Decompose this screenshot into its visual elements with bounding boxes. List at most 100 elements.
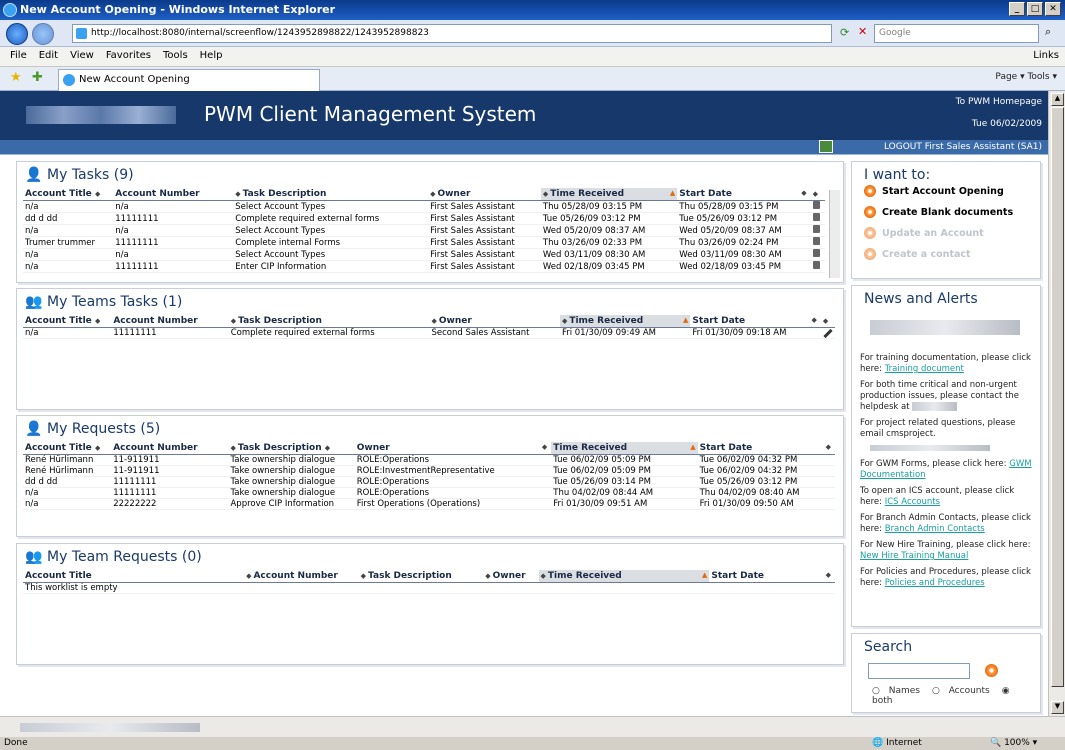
col-time-received[interactable]: Time Received ▲ (551, 442, 698, 455)
col-account-number[interactable]: Account Number (113, 188, 234, 201)
search-go-button[interactable] (985, 664, 998, 677)
table-row[interactable]: n/a n/a Select Account Types First Sales As… (23, 224, 825, 237)
col-owner[interactable]: ◆ Owner (429, 315, 560, 328)
col-start-date[interactable]: Start Date ◆ (690, 315, 821, 328)
links-menu[interactable]: Links (1033, 50, 1059, 61)
stop-icon[interactable]: ✕ (858, 25, 867, 38)
col-task-description[interactable]: ◆ Task Description ◆ (228, 442, 355, 455)
i-want-to-item[interactable]: Create Blank documents (852, 206, 1040, 228)
table-row[interactable]: n/a 11111111 Complete required external fo… (23, 327, 835, 339)
menu-edit[interactable]: Edit (39, 50, 58, 66)
refresh-icon[interactable]: ⟳ (840, 26, 849, 39)
table-row[interactable]: René Hürlimann 11-911911 Take ownership di… (23, 454, 835, 466)
news-link[interactable]: Training document (885, 364, 964, 374)
table-row[interactable]: n/a n/a Select Account Types First Sales As… (23, 200, 825, 213)
menu-help[interactable]: Help (200, 50, 223, 66)
zoom-level[interactable]: 🔍 100% ▾ (990, 738, 1037, 748)
delete-icon[interactable] (812, 237, 820, 245)
table-row[interactable]: n/a 22222222 Approve CIP Information First … (23, 498, 835, 510)
col-owner[interactable]: Owner ◆ (354, 442, 552, 455)
scroll-thumb[interactable] (1051, 107, 1064, 687)
col-account-number[interactable]: Account Number (111, 442, 229, 455)
col-account-number[interactable]: ◆ Account Number (244, 570, 359, 583)
table-cell: Tue 06/02/09 05:09 PM (551, 454, 698, 466)
delete-icon[interactable] (812, 249, 820, 257)
table-cell: 11111111 (113, 260, 234, 273)
table-row[interactable]: dd d dd 11111111 Complete required externa… (23, 212, 825, 225)
group-icon: 👥 (25, 294, 43, 310)
my-teams-tasks-panel: 👥 My Teams Tasks (1) Account Title ◆ Acco… (16, 288, 844, 410)
delete-icon[interactable] (812, 201, 820, 209)
command-bar[interactable]: Page ▾ Tools ▾ (995, 72, 1057, 82)
col-owner[interactable]: ◆ Owner (483, 570, 539, 583)
table-cell: First Sales Assistant (428, 224, 541, 237)
delete-icon[interactable] (812, 225, 820, 233)
table-row[interactable]: n/a n/a Select Account Types First Sales As… (23, 248, 825, 261)
forward-button[interactable] (32, 23, 54, 45)
table-cell: n/a (23, 260, 114, 273)
col-start-date[interactable]: Start Date ◆ (697, 442, 835, 455)
my-teams-tasks-table: Account Title ◆ Account Number ◆ Task Des… (23, 315, 835, 339)
back-button[interactable] (6, 23, 28, 45)
col-account-title[interactable]: Account Title ◆ (23, 442, 112, 455)
add-favorite-icon[interactable]: ✚ (32, 70, 43, 85)
menu-tools[interactable]: Tools (163, 50, 188, 66)
table-row[interactable]: Trumer trummer 11111111 Complete internal … (23, 236, 825, 249)
search-scope-options: ○ Names ○ Accounts ◉ both (872, 686, 1040, 706)
browser-search-input[interactable]: Google (874, 24, 1039, 43)
col-start-date[interactable]: Start Date ◆ (677, 188, 811, 201)
menu-view[interactable]: View (70, 50, 94, 66)
edit-icon[interactable] (823, 328, 833, 339)
news-link[interactable]: Branch Admin Contacts (885, 524, 985, 534)
table-row[interactable]: n/a 11111111 Take ownership dialogue ROLE:O… (23, 487, 835, 499)
col-time-received[interactable]: ◆ Time Received ▲ (540, 188, 678, 201)
col-time-received[interactable]: ◆ Time Received ▲ (538, 570, 710, 583)
scroll-up-button[interactable]: ▲ (1051, 93, 1064, 106)
i-want-to-item: Update an Account (852, 227, 1040, 249)
logout-link[interactable]: LOGOUT First Sales Assistant (SA1) (884, 142, 1042, 152)
search-icon[interactable]: ⌕ (1045, 25, 1051, 39)
col-account-number[interactable]: Account Number (111, 315, 229, 328)
table-cell: dd d dd (23, 212, 114, 225)
table-cell: n/a (23, 498, 112, 510)
news-link[interactable]: New Hire Training Manual (860, 551, 968, 561)
news-link[interactable]: ICS Accounts (885, 497, 940, 507)
col-account-title[interactable]: Account Title (23, 570, 245, 583)
col-task-description[interactable]: ◆ Task Description (228, 315, 430, 328)
table-cell: Take ownership dialogue (228, 487, 355, 499)
scroll-down-button[interactable]: ▼ (1051, 701, 1064, 714)
col-account-title[interactable]: Account Title ◆ (23, 188, 114, 201)
minimize-button[interactable]: _ (1009, 2, 1025, 16)
table-row[interactable]: dd d dd 11111111 Take ownership dialogue RO… (23, 476, 835, 488)
col-time-received[interactable]: ◆ Time Received ▲ (559, 315, 691, 328)
delete-icon[interactable] (812, 213, 820, 221)
menu-file[interactable]: File (10, 50, 27, 66)
col-start-date[interactable]: Start Date ◆ (709, 570, 835, 583)
col-task-description[interactable]: ◆ Task Description (358, 570, 484, 583)
favorites-star-icon[interactable]: ★ (10, 70, 22, 85)
search-option-accounts[interactable]: ○ Accounts (932, 686, 996, 696)
search-option-names[interactable]: ○ Names (872, 686, 926, 696)
table-row[interactable]: n/a 11111111 Enter CIP Information First Sa… (23, 260, 825, 273)
page-vertical-scrollbar[interactable]: ▲ ▼ (1048, 91, 1065, 716)
table-row[interactable]: René Hürlimann 11-911911 Take ownership di… (23, 465, 835, 477)
search-input[interactable] (868, 663, 970, 679)
url-input[interactable]: http://localhost:8080/internal/screenflo… (72, 24, 832, 43)
close-button[interactable]: ✕ (1045, 2, 1061, 16)
menu-favorites[interactable]: Favorites (106, 50, 151, 66)
col-owner[interactable]: ◆ Owner (428, 188, 541, 201)
table-cell: Wed 05/20/09 08:37 AM (677, 224, 811, 237)
my-tasks-table: Account Title ◆ Account Number ◆ Task Des… (23, 188, 825, 273)
tasks-scrollbar[interactable] (829, 190, 840, 278)
table-cell: René Hürlimann (23, 465, 112, 477)
news-link[interactable]: Policies and Procedures (885, 578, 985, 588)
browser-tab[interactable]: New Account Opening (58, 69, 320, 91)
maximize-button[interactable]: □ (1027, 2, 1043, 16)
i-want-to-item[interactable]: Start Account Opening (852, 185, 1040, 207)
table-cell: Tue 06/02/09 05:09 PM (551, 465, 698, 477)
col-account-title[interactable]: Account Title ◆ (23, 315, 112, 328)
col-task-description[interactable]: ◆ Task Description (233, 188, 429, 201)
homepage-link[interactable]: To PWM Homepage (956, 97, 1042, 107)
delete-icon[interactable] (812, 261, 820, 269)
i-want-to-panel: I want to: Start Account Opening Create B… (851, 161, 1041, 279)
